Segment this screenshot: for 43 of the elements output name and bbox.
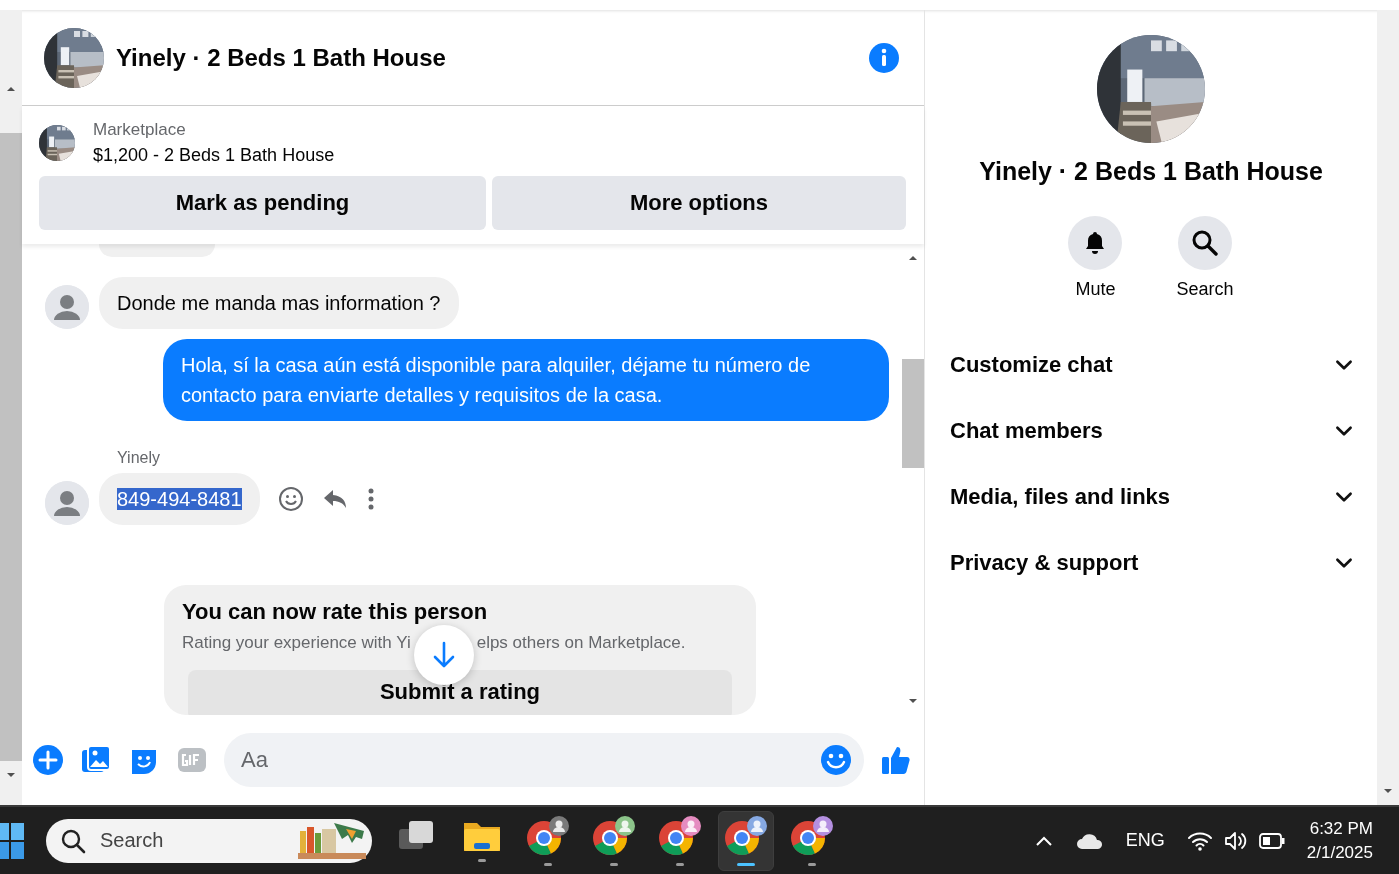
browser-icon (591, 815, 637, 857)
message-field[interactable]: Aa (224, 733, 864, 787)
rating-text: elps others on Marketplace. (476, 633, 686, 653)
books-drawing (296, 820, 368, 861)
rating-text: Rating your experience with Yi (182, 633, 411, 653)
search-icon (60, 827, 86, 854)
section-toggle[interactable]: Privacy & support (950, 530, 1355, 596)
browser-icon (657, 815, 703, 857)
cloud-icon[interactable] (1075, 831, 1104, 850)
listing-title: $1,200 - 2 Beds 1 Bath House (93, 145, 335, 166)
listing-label: Marketplace (93, 120, 187, 140)
listing-action-button[interactable]: More options (492, 176, 906, 230)
browser-icon (723, 815, 769, 857)
emoji-icon[interactable] (277, 486, 304, 512)
clock-time[interactable]: 6:32 PM (1309, 818, 1373, 839)
section-toggle[interactable]: Customize chat (950, 332, 1355, 398)
message-bubble: 849-494-8481 (99, 473, 260, 525)
emoji-icon[interactable] (820, 744, 852, 776)
message-bubble: Donde me manda mas information ? (99, 277, 459, 329)
browser-icon (789, 815, 835, 857)
sender-name: Yinely (117, 449, 161, 467)
contact-name: Yinely · 2 Beds 1 Bath House (979, 157, 1323, 186)
scrollbar-thumb[interactable] (902, 359, 924, 468)
language-indicator[interactable]: ENG (1125, 830, 1165, 851)
submit-rating-button[interactable]: Submit a rating (188, 670, 732, 715)
browser-icon (525, 815, 571, 857)
chat-title: Yinely · 2 Beds 1 Bath House (116, 43, 447, 72)
clock-date[interactable]: 2/1/2025 (1306, 842, 1373, 863)
scrollbar-thumb[interactable] (0, 133, 22, 761)
section-toggle[interactable]: Chat members (950, 398, 1355, 464)
thumbs-up-icon[interactable] (880, 744, 912, 776)
taskbar-app-button[interactable] (718, 810, 774, 871)
battery-icon[interactable] (1258, 831, 1285, 850)
plus-icon[interactable] (32, 744, 64, 776)
volume-icon[interactable] (1222, 829, 1249, 852)
message-bubble: Hola, sí la casa aún está disponible para alquiler, déjame tu número de contacto para enviarte detalles y requisitos de la casa. (163, 339, 889, 421)
scroll-to-bottom-button[interactable] (413, 625, 474, 685)
listing-action-button[interactable]: Mark as pending (39, 176, 486, 230)
section-toggle[interactable]: Media, files and links (950, 464, 1355, 530)
search-icon (1191, 229, 1219, 257)
start-icon[interactable] (0, 822, 24, 859)
info-icon[interactable] (868, 41, 900, 74)
rating-title: You can now rate this person (182, 599, 489, 625)
